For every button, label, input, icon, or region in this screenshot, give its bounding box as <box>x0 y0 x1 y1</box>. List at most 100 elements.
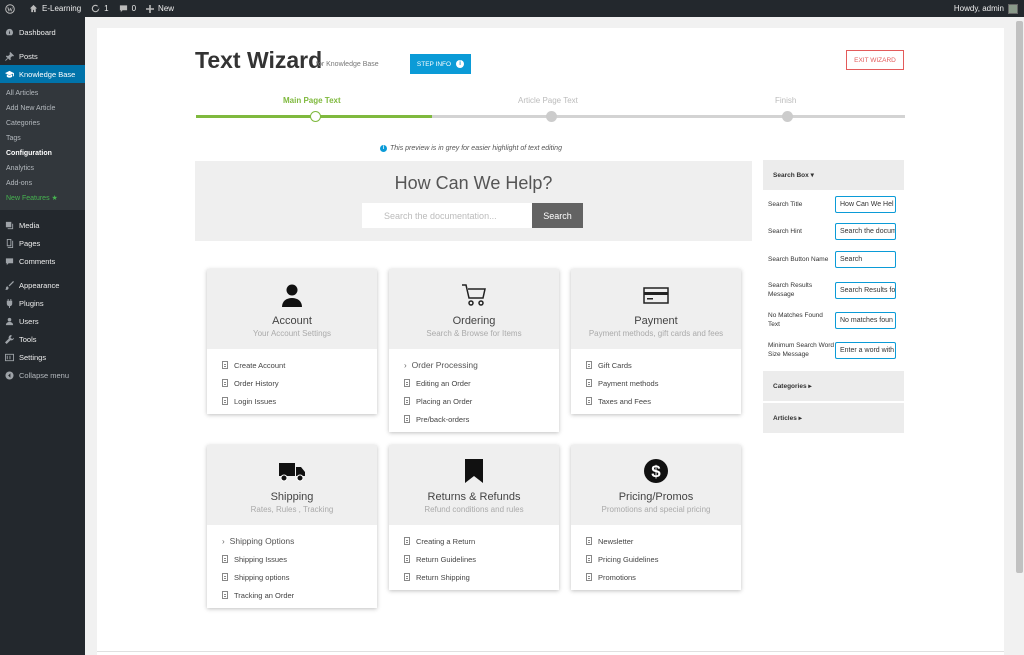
category-header[interactable]: Returns & Refunds Refund conditions and … <box>389 445 559 525</box>
document-icon <box>222 591 228 599</box>
step-info-button[interactable]: STEP INFO i <box>410 54 471 74</box>
sidebar-item-appearance[interactable]: Appearance <box>0 276 85 294</box>
submenu-tags[interactable]: Tags <box>0 131 85 146</box>
category-title: Account <box>272 315 312 327</box>
sidebar-item-users[interactable]: Users <box>0 312 85 330</box>
articles-toggle[interactable]: Articles ▸ <box>763 403 904 434</box>
scrollbar-thumb[interactable] <box>1016 21 1023 573</box>
sub-category-item[interactable]: › Order Processing <box>404 356 559 374</box>
sidebar-item-plugins[interactable]: Plugins <box>0 294 85 312</box>
no-matches-field[interactable]: No matches foun <box>835 311 896 329</box>
sidebar-item-media[interactable]: Media <box>0 216 85 234</box>
list-item[interactable]: Order History <box>222 374 377 392</box>
search-hero: How Can We Help? Search the documentatio… <box>195 161 752 241</box>
sidebar-item-dashboard[interactable]: Dashboard <box>0 23 85 41</box>
sub-category-item[interactable]: › Shipping Options <box>222 532 377 550</box>
step-main-page-text[interactable]: Main Page Text <box>283 96 341 105</box>
category-header[interactable]: $ Pricing/Promos Promotions and special … <box>571 445 741 525</box>
category-title: Pricing/Promos <box>618 491 694 503</box>
search-hint-field[interactable]: Search the docum <box>835 223 896 240</box>
list-item[interactable]: Pricing Guidelines <box>586 550 741 568</box>
step-article-page-text[interactable]: Article Page Text <box>518 96 578 105</box>
sidebar-item-tools[interactable]: Tools <box>0 330 85 348</box>
new-content-link[interactable]: New <box>141 0 179 17</box>
list-item[interactable]: Promotions <box>586 568 741 586</box>
step-dot[interactable] <box>546 111 557 122</box>
sidebar-collapse-menu[interactable]: Collapse menu <box>0 366 85 384</box>
exit-wizard-button[interactable]: EXIT WIZARD <box>846 50 904 70</box>
search-button[interactable]: Search <box>532 203 583 228</box>
sidebar-item-comments[interactable]: Comments <box>0 252 85 270</box>
step-finish[interactable]: Finish <box>775 96 796 105</box>
sidebar-label: Dashboard <box>19 27 56 37</box>
article-title: Creating a Return <box>416 536 476 546</box>
submenu-configuration[interactable]: Configuration <box>0 146 85 161</box>
avatar <box>1008 3 1018 14</box>
category-subtitle: Promotions and special pricing <box>601 505 711 514</box>
article-list: › Order Processing Editing an Order Placi… <box>389 349 559 432</box>
comments-link[interactable]: 0 <box>114 0 141 17</box>
submenu-add-ons[interactable]: Add-ons <box>0 176 85 191</box>
category-subtitle: Your Account Settings <box>253 329 331 338</box>
category-header[interactable]: Ordering Search & Browse for Items <box>389 269 559 349</box>
svg-text:$: $ <box>651 462 661 481</box>
submenu-all-articles[interactable]: All Articles <box>0 86 85 101</box>
comment-icon <box>119 5 127 13</box>
list-item[interactable]: Return Shipping <box>404 568 559 586</box>
article-title: Order History <box>234 378 279 388</box>
account-menu[interactable]: Howdy, admin <box>954 3 1024 14</box>
sidebar-label: Plugins <box>19 298 44 308</box>
search-button-name-field[interactable]: Search <box>835 251 896 268</box>
settings-icon <box>5 353 14 361</box>
search-box-toggle[interactable]: Search Box ▾ <box>763 160 904 191</box>
sidebar-item-posts[interactable]: Posts <box>0 47 85 65</box>
category-header[interactable]: Account Your Account Settings <box>207 269 377 349</box>
page-scrollbar[interactable] <box>1015 17 1024 655</box>
sidebar-label: Settings <box>19 352 47 362</box>
site-name-link[interactable]: E-Learning <box>24 0 86 17</box>
list-item[interactable]: Gift Cards <box>586 356 741 374</box>
setting-search-title: Search Title How Can We Hel <box>763 196 904 213</box>
document-icon <box>222 397 228 405</box>
search-title-field[interactable]: How Can We Hel <box>835 196 896 213</box>
list-item[interactable]: Tracking an Order <box>222 586 377 604</box>
submenu-add-new-article[interactable]: Add New Article <box>0 101 85 116</box>
step-dot[interactable] <box>782 111 793 122</box>
list-item[interactable]: Newsletter <box>586 532 741 550</box>
list-item[interactable]: Payment methods <box>586 374 741 392</box>
list-item[interactable]: Shipping Issues <box>222 550 377 568</box>
wp-logo[interactable]: W <box>0 0 24 17</box>
list-item[interactable]: Login Issues <box>222 392 377 410</box>
search-results-message-field[interactable]: Search Results fo <box>835 281 896 299</box>
list-item[interactable]: Pre/back-orders <box>404 410 559 428</box>
submenu-categories[interactable]: Categories <box>0 116 85 131</box>
article-title: Shipping options <box>234 572 290 582</box>
sidebar-item-pages[interactable]: Pages <box>0 234 85 252</box>
step-dot-current[interactable] <box>310 111 321 122</box>
list-item[interactable]: Editing an Order <box>404 374 559 392</box>
document-icon <box>222 573 228 581</box>
plus-icon <box>146 4 155 13</box>
setting-search-hint: Search Hint Search the docum <box>763 223 904 240</box>
article-title: Editing an Order <box>416 378 471 388</box>
category-header[interactable]: Shipping Rates, Rules , Tracking <box>207 445 377 525</box>
category-header[interactable]: Payment Payment methods, gift cards and … <box>571 269 741 349</box>
article-title: Create Account <box>234 360 286 370</box>
submenu-new-features[interactable]: New Features ★ <box>0 191 85 206</box>
sidebar-label: Comments <box>19 256 56 266</box>
list-item[interactable]: Create Account <box>222 356 377 374</box>
article-list: Newsletter Pricing Guidelines Promotions <box>571 525 741 590</box>
list-item[interactable]: Return Guidelines <box>404 550 559 568</box>
updates-link[interactable]: 1 <box>86 0 113 17</box>
min-word-size-field[interactable]: Enter a word with <box>835 341 896 359</box>
field-label: Search Button Name <box>768 256 829 263</box>
search-input[interactable]: Search the documentation... <box>362 203 532 228</box>
sidebar-item-knowledge-base[interactable]: Knowledge Base <box>0 65 85 83</box>
list-item[interactable]: Taxes and Fees <box>586 392 741 410</box>
sidebar-item-settings[interactable]: Settings <box>0 348 85 366</box>
submenu-analytics[interactable]: Analytics <box>0 161 85 176</box>
list-item[interactable]: Placing an Order <box>404 392 559 410</box>
list-item[interactable]: Shipping options <box>222 568 377 586</box>
categories-toggle[interactable]: Categories ▸ <box>763 371 904 402</box>
list-item[interactable]: Creating a Return <box>404 532 559 550</box>
